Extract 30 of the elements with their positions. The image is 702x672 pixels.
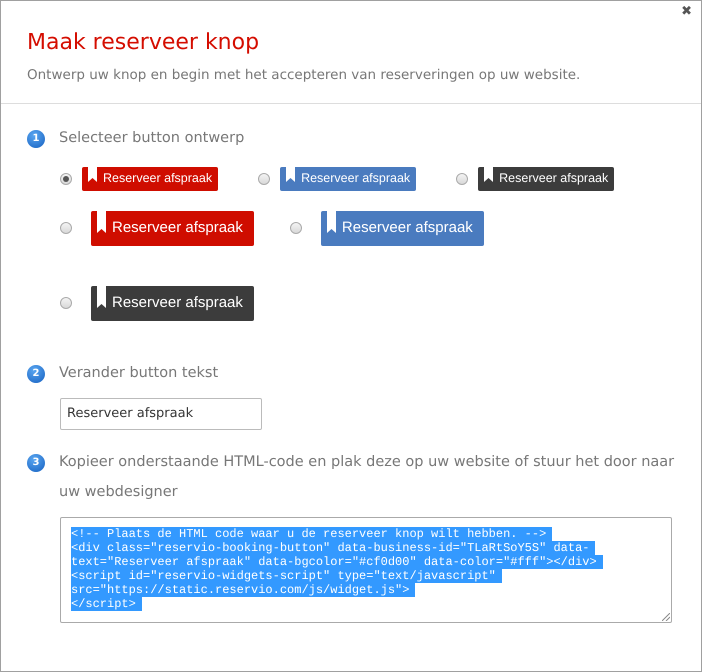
resize-handle-icon[interactable]: [662, 612, 670, 621]
radio-button[interactable]: [60, 172, 72, 185]
radio-button[interactable]: [60, 297, 72, 310]
bookmark-icon: [286, 166, 296, 182]
bookmark-icon: [97, 286, 106, 308]
design-button[interactable]: Reserveer afspraak: [82, 166, 218, 191]
design-button[interactable]: Reserveer afspraak: [91, 286, 254, 321]
radio-button[interactable]: [290, 222, 302, 234]
step-label: Selecteer button ontwerp: [59, 128, 244, 148]
step-number: 1: [27, 130, 45, 148]
step-number: 2: [27, 364, 45, 383]
design-button[interactable]: Reserveer afspraak: [280, 166, 416, 191]
bookmark-icon: [484, 166, 494, 182]
radio-button[interactable]: [258, 172, 270, 185]
bookmark-icon: [97, 210, 106, 233]
step-label: Kopieer onderstaande HTML-code en plak deze op uw website of stuur het door naar uw webdesigner: [59, 452, 675, 502]
radio-button[interactable]: [456, 172, 468, 185]
design-button[interactable]: Reserveer afspraak: [478, 166, 614, 191]
step-label: Verander button tekst: [59, 364, 218, 383]
step-number: 3: [27, 454, 45, 472]
bookmark-icon: [88, 166, 97, 182]
bookmark-icon: [326, 210, 336, 233]
dialog-subtitle: Ontwerp uw knop en begin met het accepteren van reserveringen op uw website.: [27, 66, 582, 84]
close-button[interactable]: ✖: [681, 5, 692, 18]
code-box[interactable]: [60, 516, 672, 623]
dialog-title: Maak reserveer knop: [27, 29, 260, 56]
design-button[interactable]: Reserveer afspraak: [91, 210, 254, 246]
text-input[interactable]: Reserveer afspraak: [60, 398, 262, 430]
design-button[interactable]: Reserveer afspraak: [320, 210, 484, 246]
radio-button[interactable]: [60, 222, 72, 234]
